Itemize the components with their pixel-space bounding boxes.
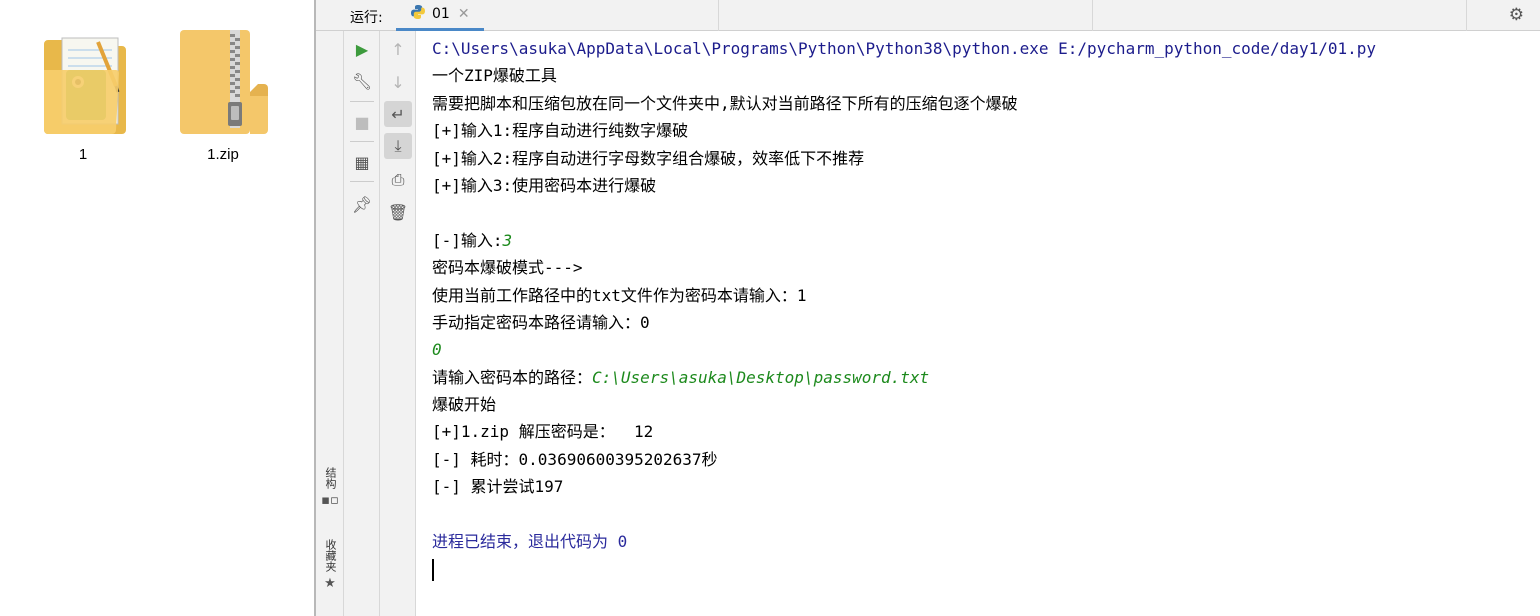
arrow-up-icon: ↑	[391, 39, 405, 59]
file-explorer-pane: 1 1.zip	[0, 0, 314, 616]
soft-wrap-button[interactable]: ↵	[384, 101, 412, 127]
console-prompt: [-]输入:	[432, 230, 503, 250]
run-tool-window-header: 运行: 01 ✕ ⚙	[316, 0, 1540, 31]
console-result-line: [+]1.zip 解压密码是： 12	[432, 422, 654, 442]
soft-wrap-icon: ↵	[391, 104, 405, 124]
toolbar-separator	[350, 181, 374, 182]
pin-tab-button[interactable]: 📌︎	[348, 191, 376, 217]
header-separator	[718, 0, 719, 31]
console-line: 需要把脚本和压缩包放在同一个文件夹中,默认对当前路径下所有的压缩包逐个爆破	[432, 93, 1018, 113]
structure-tab-label: 结构	[324, 467, 337, 489]
toolbar-separator	[350, 101, 374, 102]
header-separator	[1092, 0, 1093, 31]
zip-file-name: 1.zip	[207, 146, 239, 163]
console-user-input: 3	[502, 230, 513, 250]
console-command-line: C:\Users\asuka\AppData\Local\Programs\Py…	[432, 39, 1377, 58]
trash-icon: 🗑︎	[387, 202, 409, 222]
console-line: 密码本爆破模式--->	[432, 258, 583, 278]
pin-icon: 📌︎	[351, 194, 373, 214]
python-icon	[410, 4, 426, 24]
text-cursor	[432, 558, 434, 581]
wrench-icon: 🔧︎	[351, 71, 373, 91]
console-line: [+]输入3:使用密码本进行爆破	[432, 175, 657, 195]
console-line: [+]输入2:程序自动进行字母数字组合爆破，效率低下不推荐	[432, 148, 865, 168]
console-input-line[interactable]	[432, 555, 1540, 582]
console-line: 手动指定密码本路径请输入：0	[432, 312, 650, 332]
layout-icon: ▦	[354, 152, 370, 172]
ide-run-panel: 运行: 01 ✕ ⚙ 结构 ▪▫ 收藏夹 ★ ▶ 🔧︎ ■ ▦ 📌︎ ↑ ↓ ↵…	[316, 0, 1540, 616]
console-exit-line: 进程已结束，退出代码为 0	[432, 532, 628, 552]
favorites-tab[interactable]: 收藏夹 ★	[318, 539, 342, 591]
folder-icon	[28, 26, 138, 138]
favorites-tab-label: 收藏夹	[324, 539, 337, 572]
run-label: 运行:	[350, 10, 383, 26]
close-icon[interactable]: ✕	[458, 6, 470, 22]
console-line: [-] 耗时：0.03690600395202637秒	[432, 449, 718, 469]
run-toolbar-primary: ▶ 🔧︎ ■ ▦ 📌︎	[344, 31, 380, 616]
toolbar-separator	[350, 141, 374, 142]
console-line: [-]输入:3	[432, 227, 1540, 254]
restore-layout-button[interactable]: ▦	[348, 149, 376, 175]
side-tool-strip: 结构 ▪▫ 收藏夹 ★	[316, 31, 344, 616]
play-icon: ▶	[355, 39, 369, 59]
header-separator	[1466, 0, 1467, 31]
folder-name: 1	[78, 146, 88, 163]
scroll-to-end-button[interactable]: ⤓	[384, 133, 412, 159]
folder-item[interactable]: 1	[28, 26, 138, 163]
console-line: 请输入密码本的路径：C:\Users\asuka\Desktop\passwor…	[432, 364, 1540, 391]
run-tab[interactable]: 01 ✕	[396, 0, 484, 31]
structure-tab[interactable]: 结构 ▪▫	[318, 467, 342, 508]
edit-configuration-button[interactable]: 🔧︎	[348, 68, 376, 94]
console-line: [+]输入1:程序自动进行纯数字爆破	[432, 121, 689, 141]
console-line: 使用当前工作路径中的txt文件作为密码本请输入：1	[432, 285, 807, 305]
stop-icon: ■	[354, 112, 370, 132]
run-toolbar-secondary: ↑ ↓ ↵ ⤓ ⎙ 🗑︎	[380, 31, 416, 616]
zip-icon	[168, 26, 278, 138]
star-icon: ★	[324, 576, 336, 591]
up-stack-button[interactable]: ↑	[384, 36, 412, 62]
zip-file-item[interactable]: 1.zip	[168, 26, 278, 163]
console-user-input: 0	[432, 340, 442, 360]
console-line: 一个ZIP爆破工具	[432, 66, 557, 86]
console-prompt: 请输入密码本的路径：	[432, 367, 593, 387]
structure-icon: ▪▫	[321, 493, 339, 508]
console-line: [-] 累计尝试197	[432, 477, 564, 497]
run-tab-label: 01	[432, 6, 450, 22]
stop-button[interactable]: ■	[348, 109, 376, 135]
print-button[interactable]: ⎙	[384, 167, 412, 193]
scroll-to-end-icon: ⤓	[394, 136, 402, 155]
clear-all-button[interactable]: 🗑︎	[384, 199, 412, 225]
arrow-down-icon: ↓	[391, 72, 405, 92]
rerun-button[interactable]: ▶	[348, 36, 376, 62]
gear-icon[interactable]: ⚙	[1509, 5, 1524, 25]
console-output[interactable]: C:\Users\asuka\AppData\Local\Programs\Py…	[416, 31, 1540, 616]
printer-icon: ⎙	[391, 170, 405, 189]
down-stack-button[interactable]: ↓	[384, 69, 412, 95]
console-user-input: C:\Users\asuka\Desktop\password.txt	[592, 367, 930, 387]
console-line: 爆破开始	[432, 395, 497, 415]
